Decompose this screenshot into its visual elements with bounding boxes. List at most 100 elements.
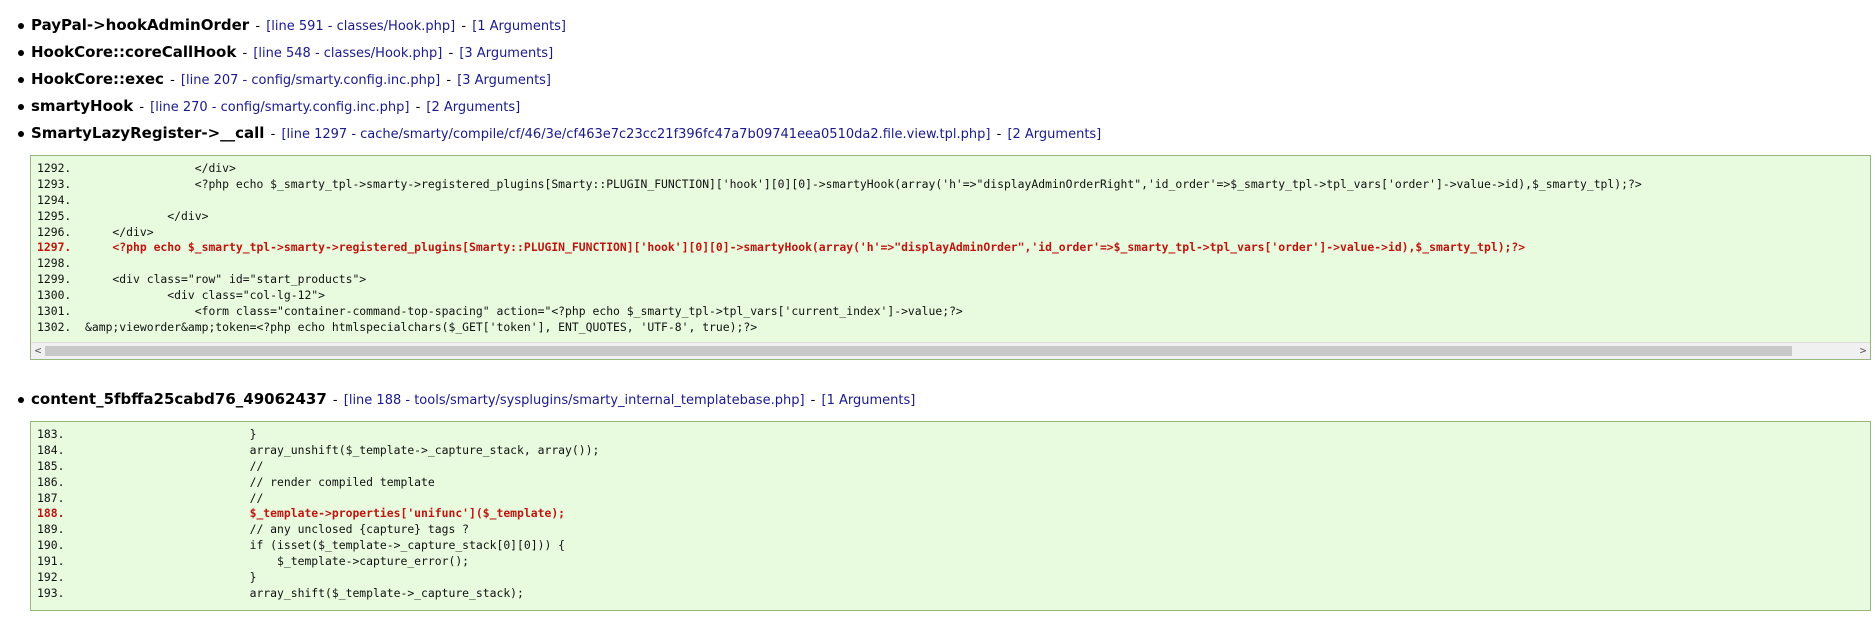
separator: -: [170, 73, 175, 88]
line-code: <?php echo $_smarty_tpl->smarty->registe…: [85, 176, 1642, 191]
code-line: 187. //: [31, 491, 1870, 507]
line-number: 1293.: [37, 176, 72, 191]
line-number: 1298.: [37, 256, 72, 271]
line-code: $_template->properties['unifunc']($_temp…: [85, 506, 566, 521]
function-name: PayPal->hookAdminOrder: [31, 16, 250, 34]
code-line: 185. //: [31, 459, 1870, 475]
code-excerpt[interactable]: 1292. </div> 1293. <?php echo $_smarty_t…: [30, 155, 1871, 360]
code-line: 1293. <?php echo $_smarty_tpl->smarty->r…: [31, 177, 1870, 193]
line-number: 1301.: [37, 304, 72, 319]
separator: -: [139, 100, 145, 115]
line-number: 189.: [37, 522, 65, 537]
function-name: smartyHook: [31, 97, 134, 115]
code-line: 193. array_shift($_template->_capture_st…: [31, 586, 1870, 602]
bullet-icon: [18, 49, 24, 56]
line-code: </div>: [85, 208, 209, 223]
line-number: 1292.: [37, 161, 72, 175]
separator: -: [242, 46, 248, 61]
line-number: 193.: [37, 585, 65, 600]
line-number: 185.: [37, 458, 65, 473]
line-code: <?php echo $_smarty_tpl->smarty->registe…: [85, 240, 1526, 255]
code-line-highlighted: 1297. <?php echo $_smarty_tpl->smarty->r…: [31, 240, 1870, 256]
file-location-link[interactable]: [line 591 - classes/Hook.php]: [266, 19, 455, 34]
code-line: 184. array_unshift($_template->_capture_…: [31, 443, 1870, 459]
arguments-link[interactable]: [1 Arguments]: [472, 19, 566, 34]
bullet-icon: [18, 76, 24, 83]
line-code: array_unshift($_template->_capture_stack…: [85, 442, 600, 457]
function-name: HookCore::coreCallHook: [31, 43, 237, 61]
arguments-link[interactable]: [2 Arguments]: [1007, 127, 1101, 142]
line-number: 1294.: [37, 192, 72, 207]
line-number: 188.: [37, 506, 65, 521]
code-line: 191. $_template->capture_error();: [31, 554, 1870, 570]
arguments-link[interactable]: [3 Arguments]: [459, 46, 553, 61]
code-line-highlighted: 188. $_template->properties['unifunc']($…: [31, 506, 1870, 522]
line-code: //: [85, 490, 264, 505]
code-line: 192. }: [31, 570, 1870, 586]
line-code: </div>: [85, 224, 154, 239]
file-location-link[interactable]: [line 270 - config/smarty.config.inc.php…: [150, 100, 409, 115]
separator: -: [448, 46, 454, 61]
code-line: 1296. </div>: [31, 225, 1870, 241]
line-code: <div class="row" id="start_products">: [85, 272, 367, 287]
line-number: 183.: [37, 427, 65, 441]
code-line: 1295. </div>: [31, 209, 1870, 225]
stack-frame: smartyHook - [line 270 - config/smarty.c…: [18, 95, 520, 117]
scroll-left-icon[interactable]: <: [31, 343, 45, 359]
line-code: }: [85, 427, 257, 441]
code-line: 1301. <form class="container-command-top…: [31, 304, 1870, 320]
code-line: 1292. </div>: [31, 161, 1870, 177]
line-code: <div class="col-lg-12">: [85, 288, 326, 303]
separator: -: [255, 19, 261, 34]
line-number: 187.: [37, 490, 65, 505]
bullet-icon: [18, 22, 24, 29]
line-code: }: [85, 570, 257, 585]
code-lines: 183. } 184. array_unshift($_template->_c…: [31, 422, 1870, 602]
code-line: 1294.: [31, 193, 1870, 209]
code-excerpt[interactable]: 183. } 184. array_unshift($_template->_c…: [30, 421, 1871, 611]
stack-frame: content_5fbffa25cabd76_49062437 - [line …: [18, 388, 915, 410]
arguments-link[interactable]: [2 Arguments]: [426, 100, 520, 115]
file-location-link[interactable]: [line 188 - tools/smarty/sysplugins/smar…: [344, 393, 805, 408]
separator: -: [996, 127, 1002, 142]
bullet-icon: [18, 103, 24, 110]
arguments-link[interactable]: [1 Arguments]: [822, 393, 916, 408]
line-number: 1295.: [37, 208, 72, 223]
code-line: 1298.: [31, 256, 1870, 272]
line-number: 1296.: [37, 224, 72, 239]
file-location-link[interactable]: [line 548 - classes/Hook.php]: [253, 46, 442, 61]
code-line: 186. // render compiled template: [31, 475, 1870, 491]
line-number: 186.: [37, 474, 65, 489]
line-code: //: [85, 458, 264, 473]
line-number: 190.: [37, 538, 65, 553]
arguments-link[interactable]: [3 Arguments]: [457, 73, 551, 88]
line-code: if (isset($_template->_capture_stack[0][…: [85, 538, 566, 553]
stack-frame: HookCore::coreCallHook - [line 548 - cla…: [18, 41, 553, 63]
stack-frame: PayPal->hookAdminOrder - [line 591 - cla…: [18, 14, 566, 36]
separator: -: [810, 393, 816, 408]
line-code: &amp;vieworder&amp;token=<?php echo html…: [85, 319, 758, 334]
line-number: 191.: [37, 554, 65, 569]
scrollbar-thumb[interactable]: [45, 346, 1792, 356]
bullet-icon: [18, 396, 24, 403]
code-line: 189. // any unclosed {capture} tags ?: [31, 522, 1870, 538]
code-lines: 1292. </div> 1293. <?php echo $_smarty_t…: [31, 156, 1870, 336]
scroll-right-icon[interactable]: >: [1856, 343, 1870, 359]
function-name: SmartyLazyRegister->__call: [31, 124, 265, 142]
bullet-icon: [18, 130, 24, 137]
file-location-link[interactable]: [line 207 - config/smarty.config.inc.php…: [181, 73, 440, 88]
code-line: 1302. &amp;vieworder&amp;token=<?php echo…: [31, 320, 1870, 336]
separator: -: [446, 73, 452, 88]
function-name: content_5fbffa25cabd76_49062437: [31, 390, 327, 408]
separator: -: [461, 19, 467, 34]
stack-frame: SmartyLazyRegister->__call - [line 1297 …: [18, 122, 1101, 144]
line-code: <form class="container-command-top-spaci…: [85, 304, 963, 319]
line-code: </div>: [85, 161, 236, 175]
horizontal-scrollbar[interactable]: < >: [31, 342, 1870, 359]
code-line: 1300. <div class="col-lg-12">: [31, 288, 1870, 304]
code-line: 1299. <div class="row" id="start_product…: [31, 272, 1870, 288]
separator: -: [332, 393, 338, 408]
line-number: 184.: [37, 442, 65, 457]
separator: -: [415, 100, 421, 115]
file-location-link[interactable]: [line 1297 - cache/smarty/compile/cf/46/…: [281, 127, 990, 142]
